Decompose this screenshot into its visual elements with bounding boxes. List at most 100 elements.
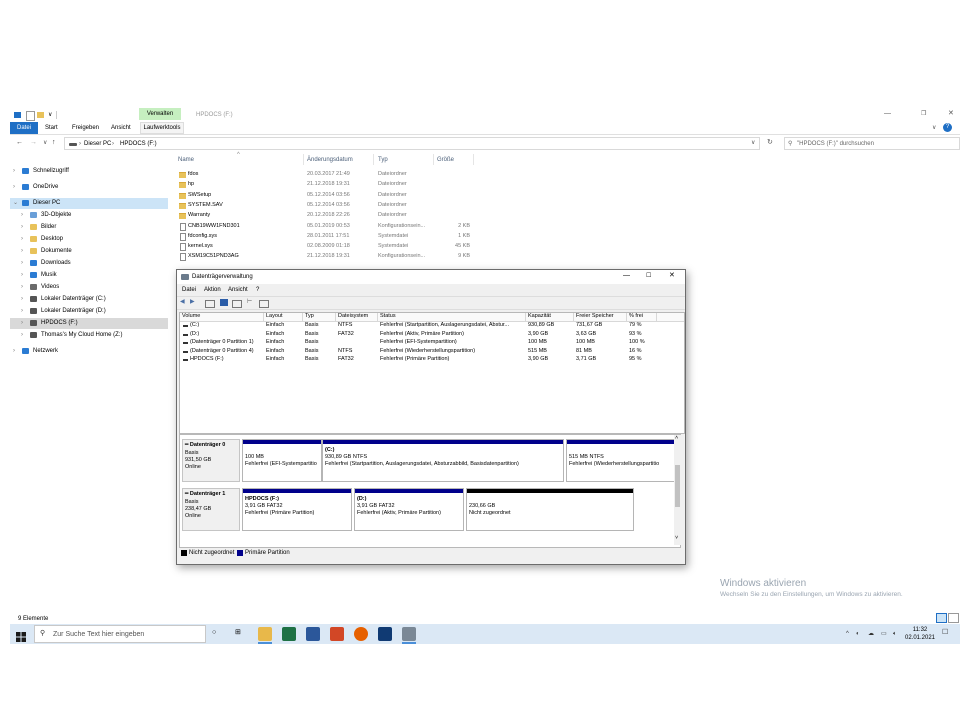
sidebar-item[interactable]: › Musik xyxy=(10,270,168,281)
file-row[interactable]: SWSetup 05.12.2014 03:56 Dateiordner xyxy=(176,191,476,201)
new-folder-icon[interactable] xyxy=(37,112,44,118)
up-arrow-icon[interactable]: ↑ xyxy=(52,138,56,147)
column-volume[interactable]: Volume xyxy=(180,313,264,321)
column-kapazitaet[interactable]: Kapazität xyxy=(526,313,574,321)
forward-arrow-icon[interactable]: → xyxy=(30,138,37,147)
word-taskbar-icon[interactable] xyxy=(306,627,320,641)
scroll-down-icon[interactable]: ˅ xyxy=(675,535,678,542)
address-dropdown-icon[interactable]: ∨ xyxy=(751,139,755,147)
properties-icon[interactable] xyxy=(26,111,35,121)
tray-cloud-icon[interactable]: ☁ xyxy=(868,630,874,638)
clock[interactable]: 11:32 02.01.2021 xyxy=(900,626,940,642)
chevron-right-icon[interactable]: › xyxy=(13,167,15,175)
partition-block[interactable]: HPDOCS (F:) 3,91 GB FAT32 Fehlerfrei (Prim… xyxy=(242,488,352,531)
sidebar-item[interactable]: › Desktop xyxy=(10,234,168,245)
file-row[interactable]: Warranty 20.12.2018 22:26 Dateiordner xyxy=(176,211,476,221)
cortana-icon[interactable]: ○ xyxy=(212,628,216,637)
sidebar-item[interactable]: › Schnellzugriff xyxy=(10,166,168,177)
search-input[interactable]: "HPDOCS (F:)" durchsuchen xyxy=(797,140,874,148)
firefox-taskbar-icon[interactable] xyxy=(354,627,368,641)
powerpoint-taskbar-icon[interactable] xyxy=(330,627,344,641)
column-freier-speicher[interactable]: Freier Speicher xyxy=(574,313,627,321)
sidebar-item[interactable]: › OneDrive xyxy=(10,182,168,193)
column-dateisystem[interactable]: Dateisystem xyxy=(336,313,378,321)
partition-block[interactable]: 230,66 GB Nicht zugeordnet xyxy=(466,488,634,531)
chevron-right-icon[interactable]: › xyxy=(21,319,23,327)
dm-menu-aktion[interactable]: Aktion xyxy=(204,286,221,294)
tab-laufwerktools[interactable]: Laufwerktools xyxy=(140,122,184,134)
file-row[interactable]: CNB19WW1FND301 05.01.2019 00:53 Konfigurat… xyxy=(176,222,476,232)
partition-block[interactable]: 515 MB NTFS Fehlerfrei (Wiederherstellung… xyxy=(566,439,676,482)
tray-overflow-icon[interactable]: ^ xyxy=(846,630,849,638)
sidebar-item[interactable]: › 3D-Objekte xyxy=(10,210,168,221)
chevron-right-icon[interactable]: › xyxy=(13,347,15,355)
tab-freigeben[interactable]: Freigeben xyxy=(72,124,99,132)
dm-close-button[interactable]: ✕ xyxy=(669,271,675,280)
dm-forward-icon[interactable]: ▶ xyxy=(190,298,195,306)
file-row[interactable]: fdos 20.03.2017 21:49 Dateiordner xyxy=(176,170,476,180)
sidebar-item[interactable]: ⌄ Dieser PC xyxy=(10,198,168,209)
file-row[interactable]: hp 21.12.2018 19:31 Dateiordner xyxy=(176,180,476,190)
breadcrumb-dieser-pc[interactable]: Dieser PC xyxy=(84,140,111,148)
partition-block[interactable]: (D:) 3,91 GB FAT32 Fehlerfrei (Aktiv, Prim… xyxy=(354,488,464,531)
chevron-right-icon[interactable]: › xyxy=(21,223,23,231)
disk-label[interactable]: ━ Datenträger 1 Basis 238,47 GB Online xyxy=(182,488,240,531)
file-row[interactable]: kernel.sys 02.08.2009 01:18 Systemdatei 45 … xyxy=(176,242,476,252)
task-view-icon[interactable]: ⊞ xyxy=(235,628,241,637)
close-button[interactable]: ✕ xyxy=(948,109,954,118)
volume-row[interactable]: (D:) Einfach Basis FAT32 Fehlerfrei (Aktiv, … xyxy=(180,331,684,339)
maximize-button[interactable]: ❐ xyxy=(921,110,926,118)
dm-list-icon[interactable] xyxy=(232,300,242,308)
scroll-thumb[interactable] xyxy=(675,465,680,507)
quick-access-dropdown-icon[interactable]: ∨ xyxy=(48,111,52,119)
dm-menu-ansicht[interactable]: Ansicht xyxy=(228,286,248,294)
sidebar-item[interactable]: › Thomas's My Cloud Home (Z:) xyxy=(10,330,168,341)
sidebar-item[interactable]: › Videos xyxy=(10,282,168,293)
column-size[interactable]: Größe xyxy=(437,156,454,164)
volume-row[interactable]: (Datenträger 0 Partition 1) Einfach Basis F… xyxy=(180,339,684,347)
chevron-down-icon[interactable]: ⌄ xyxy=(13,199,18,207)
sidebar-item[interactable]: › Bilder xyxy=(10,222,168,233)
chevron-right-icon[interactable]: › xyxy=(21,235,23,243)
dm-console-icon[interactable] xyxy=(205,300,215,308)
tiles-view-icon[interactable] xyxy=(948,613,959,623)
context-tab-verwalten[interactable]: Verwalten xyxy=(139,108,181,120)
volume-row[interactable]: (Datenträger 0 Partition 4) Einfach Basis N… xyxy=(180,348,684,356)
chevron-right-icon[interactable]: › xyxy=(21,271,23,279)
refresh-icon[interactable]: ↻ xyxy=(767,138,773,147)
dm-help-icon[interactable] xyxy=(220,299,228,306)
column-status[interactable]: Status xyxy=(378,313,526,321)
volume-row[interactable]: (C:) Einfach Basis NTFS Fehlerfrei (Startpar… xyxy=(180,322,684,330)
column-date[interactable]: Änderungsdatum xyxy=(307,156,353,164)
help-icon[interactable]: ? xyxy=(943,123,952,132)
address-bar[interactable]: › Dieser PC › HPDOCS (F:) xyxy=(64,137,760,150)
volume-row[interactable]: HPDOCS (F:) Einfach Basis FAT32 Fehlerfrei (… xyxy=(180,356,684,364)
dm-menu-datei[interactable]: Datei xyxy=(182,286,196,294)
sidebar-item[interactable]: › Downloads xyxy=(10,258,168,269)
chevron-right-icon[interactable]: › xyxy=(21,295,23,303)
notifications-icon[interactable]: ☐ xyxy=(942,628,948,637)
disk-label[interactable]: ━ Datenträger 0 Basis 931,50 GB Online xyxy=(182,439,240,482)
chevron-right-icon[interactable]: › xyxy=(21,283,23,291)
search-box[interactable]: ⚲ "HPDOCS (F:)" durchsuchen xyxy=(784,137,960,150)
sidebar-item[interactable]: › Lokaler Datenträger (D:) xyxy=(10,306,168,317)
dm-maximize-button[interactable]: ☐ xyxy=(646,272,651,280)
file-row[interactable]: fdconfig.sys 28.01.2011 17:51 Systemdatei 1… xyxy=(176,232,476,242)
sidebar-item[interactable]: › Dokumente xyxy=(10,246,168,257)
minimize-button[interactable]: — xyxy=(884,109,891,118)
volume-icon[interactable]: 🔈︎ xyxy=(893,630,897,638)
sidebar-item[interactable]: › HPDOCS (F:) xyxy=(10,318,168,329)
file-row[interactable]: XSM19C51PND3AG 21.12.2018 19:31 Konfigurat… xyxy=(176,252,476,262)
chevron-right-icon[interactable]: › xyxy=(21,247,23,255)
graph-scrollbar[interactable]: ˄ ˅ xyxy=(674,435,681,545)
chevron-right-icon[interactable]: › xyxy=(21,307,23,315)
breadcrumb-hpdocs[interactable]: HPDOCS (F:) xyxy=(120,140,157,148)
excel-taskbar-icon[interactable] xyxy=(282,627,296,641)
recent-dropdown-icon[interactable]: ∨ xyxy=(43,139,47,147)
back-arrow-icon[interactable]: ← xyxy=(16,138,23,147)
dm-properties-icon[interactable] xyxy=(259,300,269,308)
tray-app-icon[interactable]: ◐ xyxy=(856,630,860,638)
file-explorer-taskbar-icon[interactable] xyxy=(258,627,272,641)
column-type[interactable]: Typ xyxy=(378,156,388,164)
start-windows-icon[interactable] xyxy=(16,629,26,642)
